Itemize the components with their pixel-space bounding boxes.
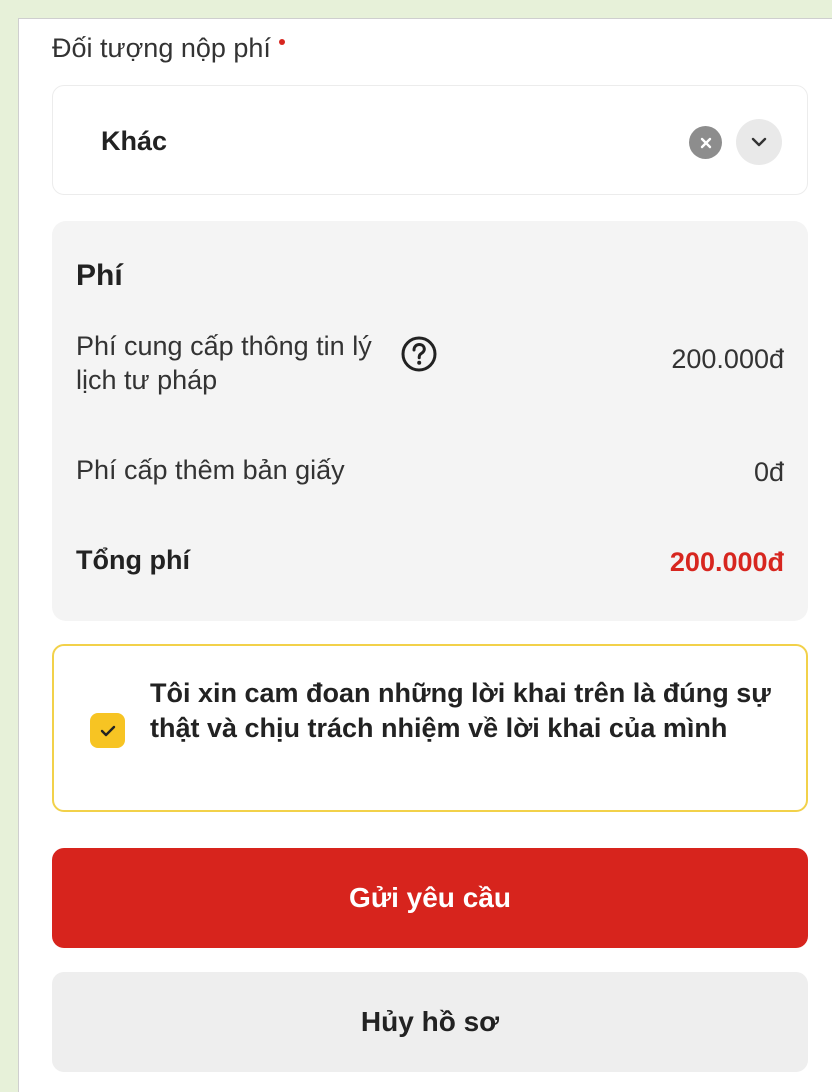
submit-request-button[interactable]: Gửi yêu cầu [52,848,808,948]
fee-item-value-info: 200.000đ [671,344,784,374]
fee-item-value-paper: 0đ [753,457,784,487]
payer-type-value: Khác [101,126,168,156]
fee-section-title: Phí [76,259,123,292]
help-circle-icon[interactable] [399,334,439,374]
required-indicator [278,39,285,45]
payer-type-select[interactable]: Khác [52,85,808,195]
cancel-application-button[interactable]: Hủy hồ sơ [52,972,808,1072]
check-icon [100,725,115,736]
commitment-box[interactable]: Tôi xin cam đoan những lời khai trên là … [52,644,808,812]
form-panel: Đối tượng nộp phí Khác Phí Phí cung cấp … [18,18,832,1092]
total-fee-value: 200.000đ [669,547,784,577]
payer-type-label-text: Đối tượng nộp phí [52,33,271,63]
fee-item-label-paper: Phí cấp thêm bản giấy [76,455,345,485]
fee-item-label-info: Phí cung cấp thông tin lý lịch tư pháp [76,331,372,395]
commitment-checkbox[interactable] [90,713,125,748]
clear-circle-icon[interactable] [689,126,722,159]
total-fee-label: Tổng phí [76,545,190,575]
payer-type-label: Đối tượng nộp phí [52,33,285,64]
chevron-down-icon[interactable] [736,119,782,165]
commitment-text: Tôi xin cam đoan những lời khai trên là … [150,678,771,743]
fee-summary-card: Phí Phí cung cấp thông tin lý lịch tư ph… [52,221,808,621]
